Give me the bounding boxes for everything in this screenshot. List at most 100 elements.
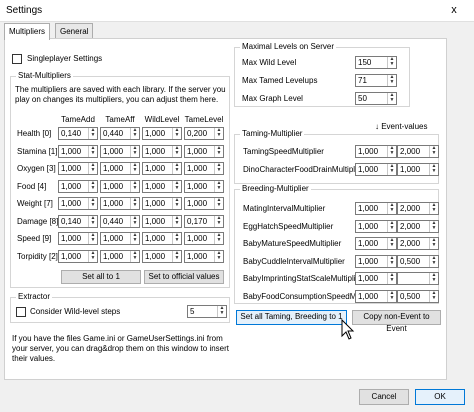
- spinner[interactable]: ▲ ▼: [88, 198, 97, 209]
- spinner[interactable]: ▲ ▼: [214, 250, 223, 262]
- spinner[interactable]: ▲ ▼: [429, 255, 438, 267]
- stat-multiplier-input[interactable]: 1,000 ▲ ▼: [58, 144, 98, 158]
- singleplayer-checkbox[interactable]: [12, 54, 22, 64]
- event-multiplier-input[interactable]: 0,500 ▲ ▼: [397, 289, 439, 303]
- set-all-to-1-button[interactable]: Set all to 1: [61, 270, 141, 284]
- stat-multiplier-input[interactable]: 0,200 ▲ ▼: [184, 127, 224, 140]
- spinner[interactable]: ▲ ▼: [429, 273, 438, 284]
- max-tamed-levelups-input[interactable]: 71 ▲ ▼: [355, 74, 397, 87]
- spinner[interactable]: ▲ ▼: [88, 145, 97, 157]
- stat-multiplier-input[interactable]: 1,000 ▲ ▼: [142, 249, 182, 263]
- stat-multiplier-input[interactable]: 0,440 ▲ ▼: [100, 214, 140, 228]
- spinner[interactable]: ▲ ▼: [130, 250, 139, 262]
- stat-multiplier-input[interactable]: 1,000 ▲ ▼: [142, 214, 182, 228]
- stat-multiplier-input[interactable]: 0,140 ▲ ▼: [58, 127, 98, 140]
- spinner[interactable]: ▲ ▼: [88, 180, 97, 192]
- spinner[interactable]: ▲ ▼: [130, 163, 139, 174]
- spinner[interactable]: ▲ ▼: [88, 215, 97, 227]
- stat-multiplier-input[interactable]: 1,000 ▲ ▼: [100, 162, 140, 175]
- spinner[interactable]: ▲ ▼: [387, 93, 396, 104]
- spinner[interactable]: ▲ ▼: [387, 146, 396, 157]
- spinner[interactable]: ▲ ▼: [387, 220, 396, 232]
- multiplier-input[interactable]: 1,000 ▲ ▼: [355, 272, 397, 285]
- spinner[interactable]: ▲ ▼: [88, 250, 97, 262]
- spinner[interactable]: ▲ ▼: [387, 238, 396, 249]
- stat-multiplier-input[interactable]: 1,000 ▲ ▼: [100, 179, 140, 193]
- spinner[interactable]: ▲ ▼: [214, 128, 223, 139]
- spinner[interactable]: ▲ ▼: [130, 128, 139, 139]
- spinner[interactable]: ▲ ▼: [214, 163, 223, 174]
- stat-multiplier-input[interactable]: 1,000 ▲ ▼: [100, 249, 140, 263]
- stat-multiplier-input[interactable]: 1,000 ▲ ▼: [142, 197, 182, 210]
- multiplier-input[interactable]: 1,000 ▲ ▼: [355, 202, 397, 215]
- spinner[interactable]: ▲ ▼: [172, 180, 181, 192]
- event-multiplier-input[interactable]: 2,000 ▲ ▼: [397, 219, 439, 233]
- stat-multiplier-input[interactable]: 1,000 ▲ ▼: [142, 127, 182, 140]
- set-taming-breeding-button[interactable]: Set all Taming, Breeding to 1: [236, 310, 347, 325]
- spinner[interactable]: ▲ ▼: [429, 164, 438, 175]
- multiplier-input[interactable]: 1,000 ▲ ▼: [355, 219, 397, 233]
- spinner[interactable]: ▲ ▼: [172, 128, 181, 139]
- spinner[interactable]: ▲ ▼: [214, 145, 223, 157]
- event-multiplier-input[interactable]: 1,000 ▲ ▼: [397, 163, 439, 176]
- max-wild-level-input[interactable]: 150 ▲ ▼: [355, 56, 397, 69]
- multiplier-input[interactable]: 1,000 ▲ ▼: [355, 145, 397, 158]
- stat-multiplier-input[interactable]: 1,000 ▲ ▼: [184, 197, 224, 210]
- spinner[interactable]: ▲ ▼: [130, 198, 139, 209]
- spinner[interactable]: ▲ ▼: [429, 220, 438, 232]
- spinner[interactable]: ▲ ▼: [88, 233, 97, 244]
- spinner[interactable]: ▲ ▼: [387, 203, 396, 214]
- stat-multiplier-input[interactable]: 1,000 ▲ ▼: [100, 144, 140, 158]
- stat-multiplier-input[interactable]: 1,000 ▲ ▼: [184, 144, 224, 158]
- event-multiplier-input[interactable]: ▲ ▼: [397, 272, 439, 285]
- stat-multiplier-input[interactable]: 1,000 ▲ ▼: [184, 162, 224, 175]
- tab-multipliers[interactable]: Multipliers: [4, 23, 51, 40]
- spinner[interactable]: ▲ ▼: [130, 180, 139, 192]
- stat-multiplier-input[interactable]: 1,000 ▲ ▼: [184, 232, 224, 245]
- spinner[interactable]: ▲ ▼: [429, 203, 438, 214]
- stat-multiplier-input[interactable]: 1,000 ▲ ▼: [58, 162, 98, 175]
- stat-multiplier-input[interactable]: 1,000 ▲ ▼: [142, 162, 182, 175]
- spinner[interactable]: ▲ ▼: [172, 250, 181, 262]
- stat-multiplier-input[interactable]: 1,000 ▲ ▼: [142, 179, 182, 193]
- wild-level-steps-input[interactable]: 5 ▲ ▼: [187, 305, 227, 318]
- spinner[interactable]: ▲ ▼: [88, 128, 97, 139]
- spinner[interactable]: ▲ ▼: [387, 255, 396, 267]
- close-button[interactable]: x: [434, 0, 474, 22]
- spinner[interactable]: ▲ ▼: [172, 198, 181, 209]
- spinner[interactable]: ▲ ▼: [429, 146, 438, 157]
- event-multiplier-input[interactable]: 2,000 ▲ ▼: [397, 237, 439, 250]
- spinner[interactable]: ▲ ▼: [214, 180, 223, 192]
- stat-multiplier-input[interactable]: 1,000 ▲ ▼: [100, 197, 140, 210]
- spinner[interactable]: ▲ ▼: [429, 238, 438, 249]
- copy-event-button[interactable]: Copy non-Event to Event: [352, 310, 441, 333]
- stat-multiplier-input[interactable]: 0,440 ▲ ▼: [100, 127, 140, 140]
- spinner[interactable]: ▲ ▼: [88, 163, 97, 174]
- spinner[interactable]: ▲ ▼: [130, 233, 139, 244]
- multiplier-input[interactable]: 1,000 ▲ ▼: [355, 289, 397, 303]
- spinner[interactable]: ▲ ▼: [217, 306, 226, 317]
- spinner[interactable]: ▲ ▼: [429, 290, 438, 302]
- stat-multiplier-input[interactable]: 0,140 ▲ ▼: [58, 214, 98, 228]
- spinner[interactable]: ▲ ▼: [172, 163, 181, 174]
- spinner[interactable]: ▲ ▼: [387, 290, 396, 302]
- stat-multiplier-input[interactable]: 1,000 ▲ ▼: [58, 232, 98, 245]
- spinner[interactable]: ▲ ▼: [214, 215, 223, 227]
- spinner[interactable]: ▲ ▼: [130, 215, 139, 227]
- stat-multiplier-input[interactable]: 1,000 ▲ ▼: [142, 232, 182, 245]
- cancel-button[interactable]: Cancel: [359, 389, 409, 405]
- spinner[interactable]: ▲ ▼: [387, 164, 396, 175]
- wild-level-steps-checkbox[interactable]: [16, 307, 26, 317]
- spinner[interactable]: ▲ ▼: [130, 145, 139, 157]
- stat-multiplier-input[interactable]: 1,000 ▲ ▼: [184, 179, 224, 193]
- spinner[interactable]: ▲ ▼: [387, 75, 396, 86]
- max-graph-level-input[interactable]: 50 ▲ ▼: [355, 92, 397, 105]
- event-multiplier-input[interactable]: 2,000 ▲ ▼: [397, 202, 439, 215]
- ok-button[interactable]: OK: [415, 389, 465, 405]
- stat-multiplier-input[interactable]: 1,000 ▲ ▼: [142, 144, 182, 158]
- spinner[interactable]: ▲ ▼: [172, 233, 181, 244]
- spinner[interactable]: ▲ ▼: [387, 57, 396, 68]
- event-multiplier-input[interactable]: 0,500 ▲ ▼: [397, 254, 439, 268]
- tab-general[interactable]: General: [55, 23, 94, 39]
- spinner[interactable]: ▲ ▼: [214, 233, 223, 244]
